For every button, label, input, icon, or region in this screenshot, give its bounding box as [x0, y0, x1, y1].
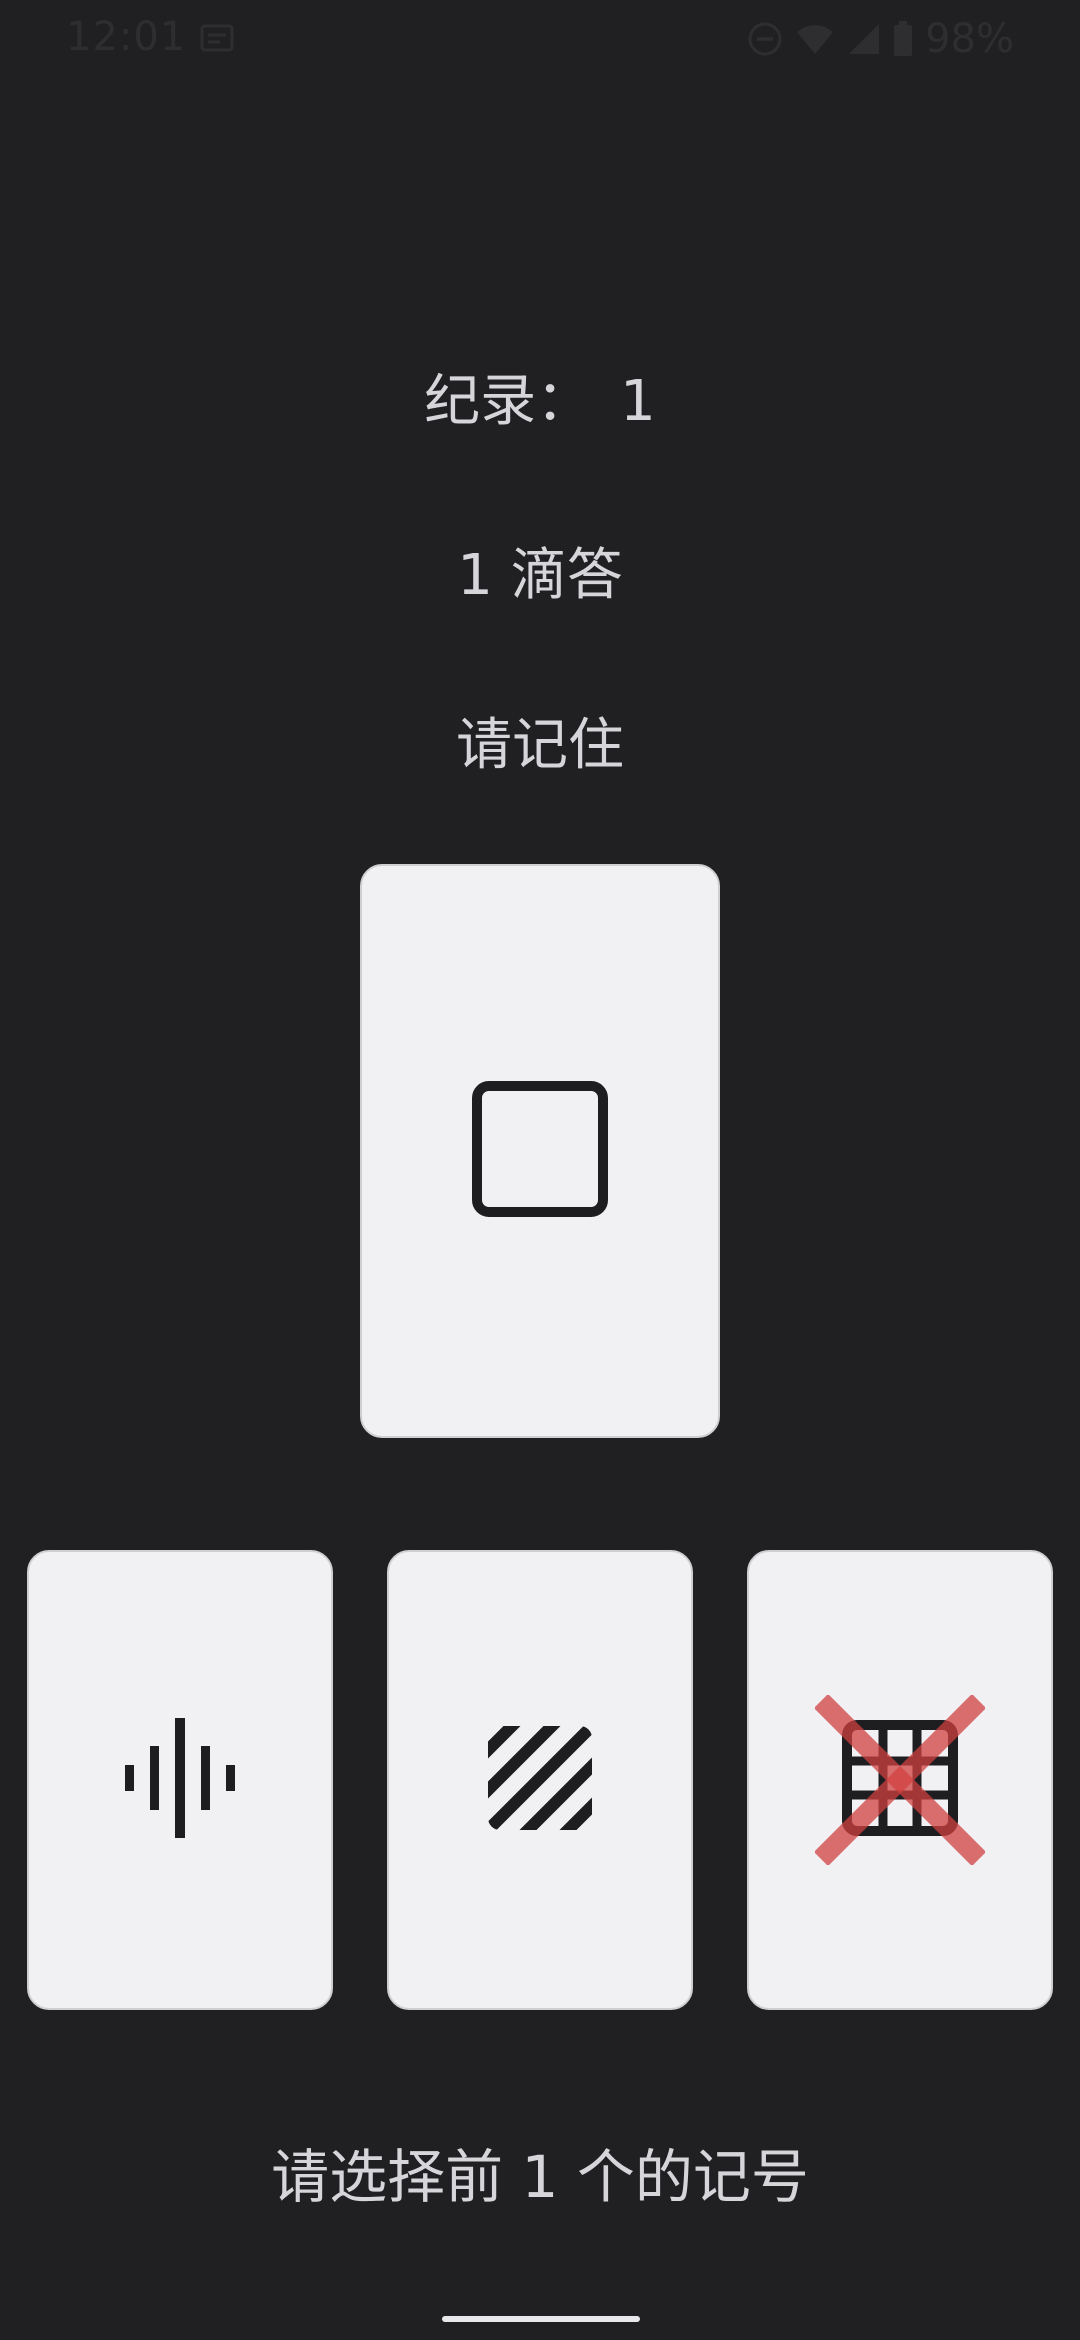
status-bar: 12:01 98%	[0, 0, 1080, 80]
signal-icon	[847, 22, 881, 56]
record-line: 纪录： 1	[0, 356, 1080, 437]
status-time: 12:01	[66, 14, 187, 60]
message-icon	[200, 24, 234, 52]
diagonal-stripes-icon	[488, 1726, 592, 1834]
record-label: 纪录：	[424, 369, 593, 434]
status-icons: 98%	[747, 14, 1014, 64]
option-card-1[interactable]	[27, 1550, 333, 2010]
option-card-3[interactable]	[747, 1550, 1053, 2010]
shown-card	[360, 864, 720, 1438]
battery-icon	[893, 21, 913, 57]
square-icon	[472, 1081, 608, 1221]
remember-text: 请记住	[456, 713, 624, 778]
battery-percentage: 98%	[925, 16, 1014, 62]
option-card-2[interactable]	[387, 1550, 693, 2010]
waveform-icon	[125, 1718, 235, 1842]
grid-icon	[842, 1720, 958, 1840]
home-indicator[interactable]	[442, 2316, 640, 2322]
wifi-icon	[795, 22, 835, 56]
ticks-text: 1 滴答	[457, 543, 623, 608]
do-not-disturb-icon	[747, 21, 783, 57]
record-value: 1	[620, 369, 656, 434]
prompt-text: 请选择前 1 个的记号	[271, 2143, 809, 2211]
